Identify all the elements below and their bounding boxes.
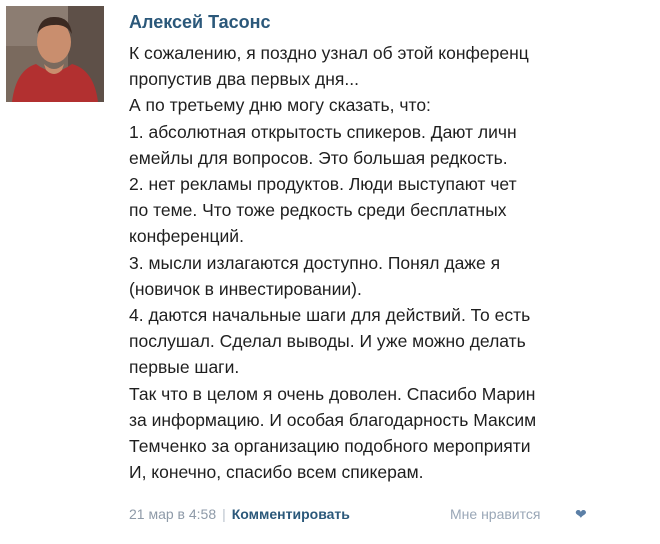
- author-name-link[interactable]: Алексей Тасонс: [129, 10, 584, 34]
- post-text-line: Темченко за организацию подобного меропр…: [129, 436, 531, 457]
- post-text-line: по теме. Что тоже редкость среди бесплат…: [129, 200, 507, 221]
- post-text-line: И, конечно, спасибо всем спикерам.: [129, 462, 424, 483]
- user-photo-icon: [6, 6, 104, 102]
- heart-icon[interactable]: ❤: [575, 506, 587, 522]
- post-text-line: (новичок в инвестировании).: [129, 278, 362, 299]
- footer-separator: |: [222, 506, 226, 522]
- post-footer: 21 мар в 4:58 | Комментировать Мне нравитс…: [129, 503, 589, 525]
- post-text-line: 1. абсолютная открытость спикеров. Дают …: [129, 121, 517, 142]
- post-text-line: 2. нет рекламы продуктов. Люди выступают…: [129, 174, 517, 195]
- post-text-line: 4. даются начальные шаги для действий. Т…: [129, 305, 531, 326]
- post-text-line: К сожалению, я поздно узнал об этой конф…: [129, 43, 529, 63]
- post-text-line: первые шаги.: [129, 357, 240, 378]
- post-text-line: А по третьему дню могу сказать, что:: [129, 95, 431, 116]
- post-text: К сожалению, я поздно узнал об этой конф…: [129, 40, 584, 485]
- post-text-line: 3. мысли излагаются доступно. Понял даже…: [129, 252, 501, 273]
- comment-button[interactable]: Комментировать: [232, 506, 350, 522]
- avatar[interactable]: [6, 6, 104, 102]
- post-text-line: Так что в целом я очень доволен. Спасибо…: [129, 383, 536, 404]
- post-date-link[interactable]: 21 мар в 4:58: [129, 506, 216, 522]
- post-content: Алексей Тасонс К сожалению, я поздно узн…: [129, 10, 584, 530]
- wall-post: Алексей Тасонс К сожалению, я поздно узн…: [0, 0, 660, 544]
- post-text-line: емейлы для вопросов. Это большая редкост…: [129, 147, 508, 168]
- post-text-line: пропустив два первых дня...: [129, 69, 359, 90]
- post-text-line: за информацию. И особая благодарность Ма…: [129, 409, 537, 430]
- like-button[interactable]: Мне нравится: [450, 503, 540, 525]
- post-text-line: послушал. Сделал выводы. И уже можно дел…: [129, 331, 526, 352]
- post-text-line: конференций.: [129, 226, 244, 247]
